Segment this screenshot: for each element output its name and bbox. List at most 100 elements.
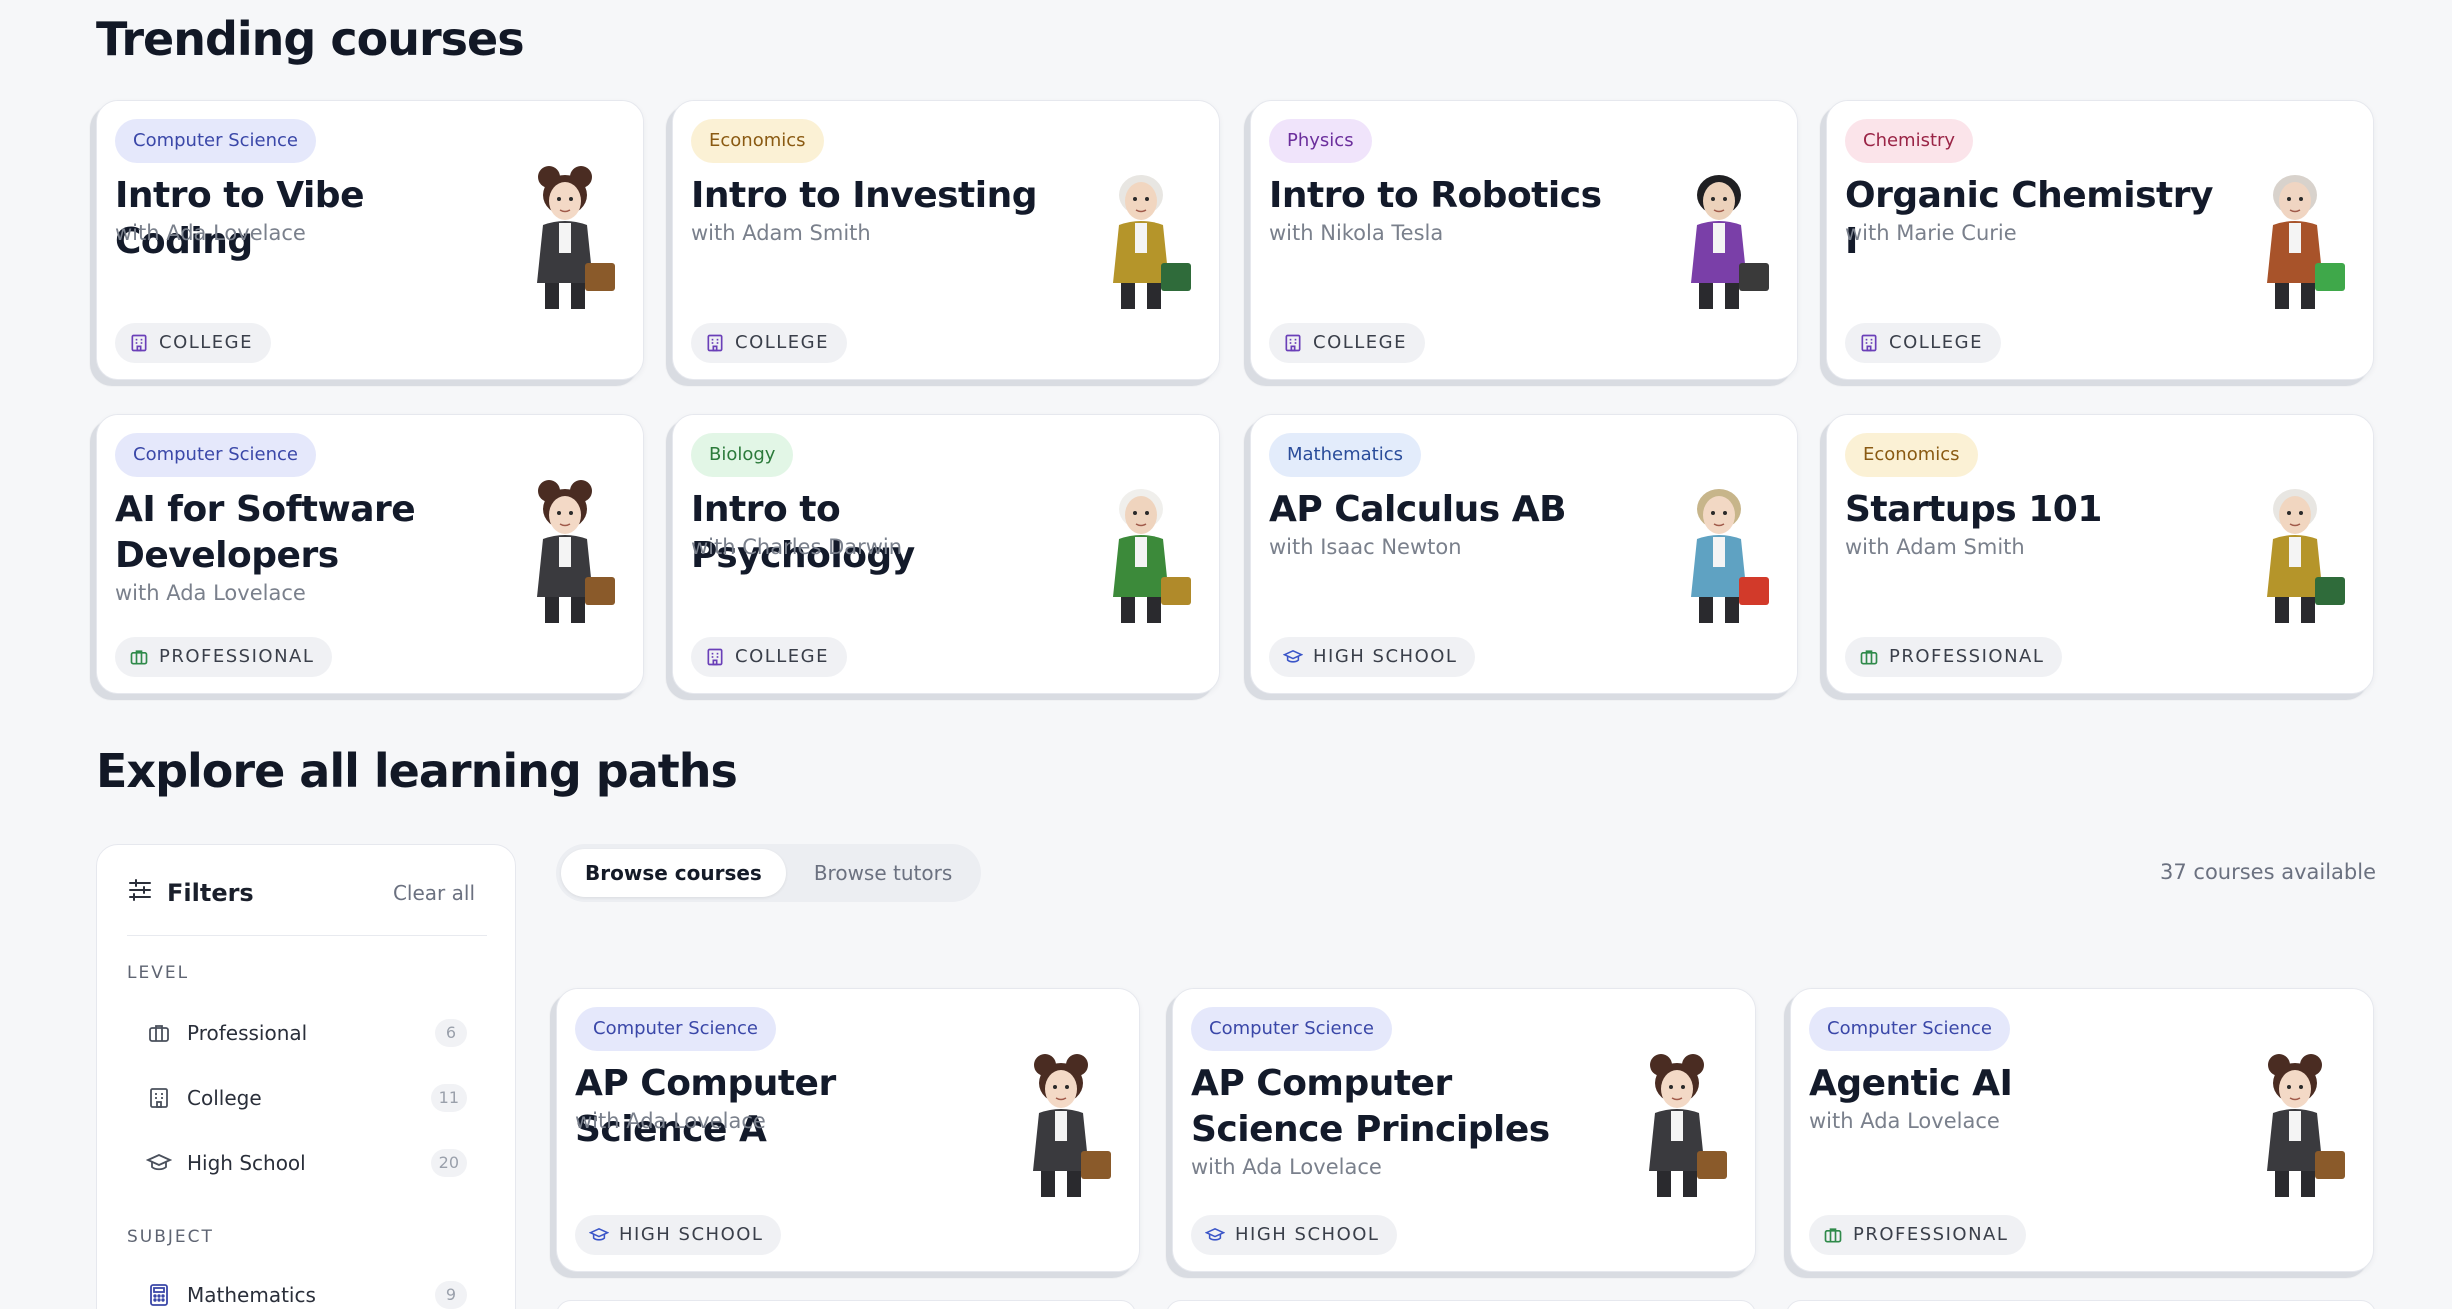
level-badge: PROFESSIONAL xyxy=(1845,637,2063,677)
level-label: HIGH SCHOOL xyxy=(1313,646,1458,667)
subject-badge: Computer Science xyxy=(115,433,316,477)
briefcase-icon xyxy=(145,1019,173,1047)
tutor-avatar xyxy=(1617,1043,1737,1203)
subject-badge: Chemistry xyxy=(1845,119,1974,163)
clear-all-button[interactable]: Clear all xyxy=(393,881,475,905)
page: Trending courses Computer Science Intro … xyxy=(0,0,2452,1309)
tutor-avatar xyxy=(2235,155,2355,315)
filters-header: Filters xyxy=(127,877,254,908)
tutor-avatar xyxy=(1081,155,1201,315)
course-tutor: with Adam Smith xyxy=(1845,535,2025,559)
courses-count: 37 courses available xyxy=(2160,860,2376,884)
course-card[interactable]: Computer Science Agentic AI with Ada Lov… xyxy=(1779,988,2374,1283)
level-badge: PROFESSIONAL xyxy=(1809,1215,2027,1255)
tutor-avatar xyxy=(505,155,625,315)
tab-browse-tutors[interactable]: Browse tutors xyxy=(790,849,976,897)
filter-count: 9 xyxy=(435,1281,467,1309)
briefcase-icon xyxy=(1823,1225,1843,1245)
explore-paths-heading: Explore all learning paths xyxy=(96,744,738,798)
course-title: Agentic AI xyxy=(1809,1063,2013,1104)
course-title: AI for Software Developers xyxy=(115,489,416,576)
tutor-avatar xyxy=(1081,469,1201,629)
tutor-avatar xyxy=(2235,1043,2355,1203)
subject-badge: Economics xyxy=(691,119,824,163)
course-card[interactable]: Computer Science AP Computer Science Pri… xyxy=(1161,988,1756,1283)
building-icon xyxy=(1859,333,1879,353)
course-tutor: with Charles Darwin xyxy=(691,535,903,559)
course-card[interactable]: Physics Intro to Robotics with Nikola Te… xyxy=(1239,100,1798,391)
filter-count: 20 xyxy=(430,1149,467,1177)
level-label: COLLEGE xyxy=(159,332,253,353)
level-label: HIGH SCHOOL xyxy=(619,1224,764,1245)
course-tutor: with Isaac Newton xyxy=(1269,535,1462,559)
course-tutor: with Marie Curie xyxy=(1845,221,2017,245)
graduation-cap-icon xyxy=(589,1225,609,1245)
building-icon xyxy=(1283,333,1303,353)
subject-badge: Economics xyxy=(1845,433,1978,477)
building-icon xyxy=(705,333,725,353)
subject-badge: Computer Science xyxy=(575,1007,776,1051)
level-badge: HIGH SCHOOL xyxy=(1191,1215,1398,1255)
level-filter-heading: LEVEL xyxy=(127,963,190,983)
course-title: Startups 101 xyxy=(1845,489,2102,530)
filter-level-professional[interactable]: Professional 6 xyxy=(145,1013,467,1053)
level-badge: COLLEGE xyxy=(115,323,271,363)
graduation-cap-icon xyxy=(145,1149,173,1177)
course-tutor: with Ada Lovelace xyxy=(115,221,306,245)
level-badge: COLLEGE xyxy=(691,637,847,677)
level-label: COLLEGE xyxy=(735,332,829,353)
tutor-avatar xyxy=(1659,469,1779,629)
subject-badge: Computer Science xyxy=(1191,1007,1392,1051)
level-label: PROFESSIONAL xyxy=(159,646,315,667)
briefcase-icon xyxy=(129,647,149,667)
course-title: AP Computer Science A xyxy=(575,1063,836,1150)
course-card[interactable]: Biology Intro to Psychology with Charles… xyxy=(661,414,1220,705)
course-card[interactable]: Computer Science Intro to Vibe Coding wi… xyxy=(85,100,644,391)
graduation-cap-icon xyxy=(1205,1225,1225,1245)
level-label: PROFESSIONAL xyxy=(1853,1224,2009,1245)
level-badge: HIGH SCHOOL xyxy=(1269,637,1476,677)
subject-badge: Mathematics xyxy=(1269,433,1421,477)
level-label: COLLEGE xyxy=(1313,332,1407,353)
course-tutor: with Ada Lovelace xyxy=(1191,1155,1382,1179)
filters-title: Filters xyxy=(167,878,254,907)
level-badge: COLLEGE xyxy=(691,323,847,363)
calculator-icon xyxy=(145,1281,173,1309)
course-tutor: with Ada Lovelace xyxy=(575,1109,766,1133)
level-label: HIGH SCHOOL xyxy=(1235,1224,1380,1245)
course-card-partial[interactable] xyxy=(1166,1300,1756,1309)
course-card[interactable]: Mathematics AP Calculus AB with Isaac Ne… xyxy=(1239,414,1798,705)
filter-level-college[interactable]: College 11 xyxy=(145,1078,467,1118)
course-card[interactable]: Economics Intro to Investing with Adam S… xyxy=(661,100,1220,391)
tutor-avatar xyxy=(2235,469,2355,629)
tab-browse-courses[interactable]: Browse courses xyxy=(561,849,786,897)
filter-label: High School xyxy=(187,1151,306,1175)
tutor-avatar xyxy=(1659,155,1779,315)
course-card[interactable]: Computer Science AP Computer Science A w… xyxy=(545,988,1140,1283)
course-card[interactable]: Chemistry Organic Chemistry I with Marie… xyxy=(1815,100,2374,391)
filter-count: 6 xyxy=(435,1019,467,1047)
briefcase-icon xyxy=(1859,647,1879,667)
level-badge: COLLEGE xyxy=(1269,323,1425,363)
trending-courses-heading: Trending courses xyxy=(96,12,525,66)
course-tutor: with Ada Lovelace xyxy=(1809,1109,2000,1133)
course-title: Organic Chemistry I xyxy=(1845,175,2213,262)
filter-count: 11 xyxy=(430,1084,467,1112)
filter-subject-mathematics[interactable]: Mathematics 9 xyxy=(145,1275,467,1309)
building-icon xyxy=(705,647,725,667)
browse-tabs: Browse courses Browse tutors xyxy=(556,844,982,902)
course-card-partial[interactable] xyxy=(1786,1300,2376,1309)
course-card-partial[interactable] xyxy=(556,1300,1136,1309)
subject-badge: Biology xyxy=(691,433,794,477)
divider xyxy=(127,935,487,936)
course-card[interactable]: Computer Science AI for Software Develop… xyxy=(85,414,644,705)
level-label: PROFESSIONAL xyxy=(1889,646,2045,667)
course-card[interactable]: Economics Startups 101 with Adam Smith P… xyxy=(1815,414,2374,705)
level-label: COLLEGE xyxy=(1889,332,1983,353)
filter-label: Professional xyxy=(187,1021,308,1045)
filter-level-high-school[interactable]: High School 20 xyxy=(145,1143,467,1183)
course-title: Intro to Investing xyxy=(691,175,1038,216)
course-title: Intro to Vibe Coding xyxy=(115,175,364,262)
subject-badge: Physics xyxy=(1269,119,1372,163)
level-badge: HIGH SCHOOL xyxy=(575,1215,782,1255)
